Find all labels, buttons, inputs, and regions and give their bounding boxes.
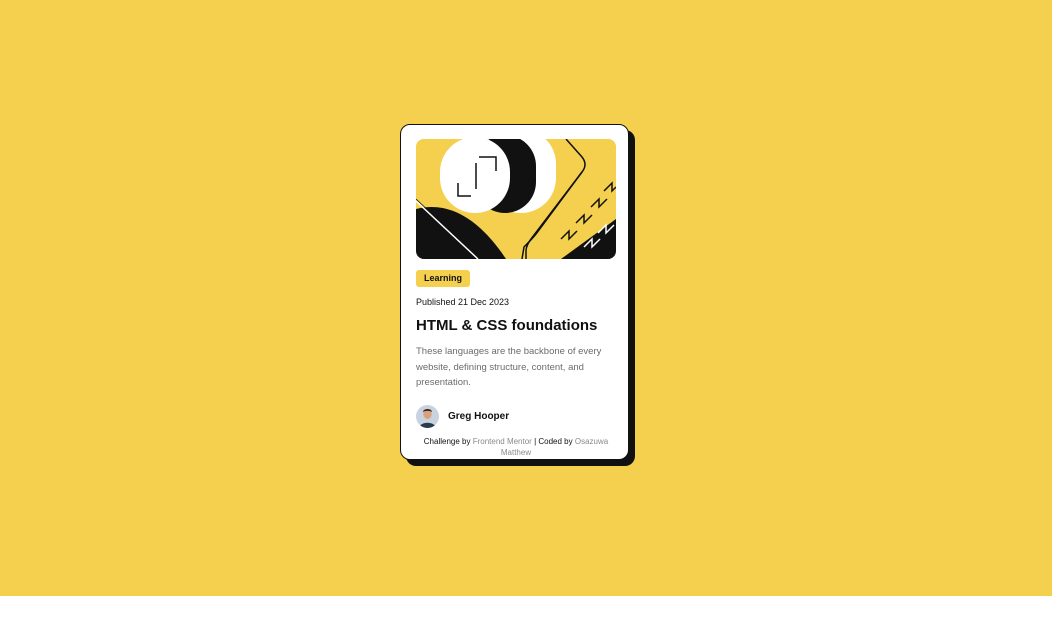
card-description: These languages are the backbone of ever…: [416, 346, 602, 388]
attribution-prefix: Challenge by: [423, 437, 471, 446]
author-name: Greg Hooper: [448, 410, 510, 422]
blog-preview-card: Learning Published 21 Dec 2023 HTML & CS…: [400, 124, 629, 460]
blog-illustration: [416, 139, 616, 259]
author-info: Greg Hooper: [416, 404, 509, 428]
attribution-separator: | Coded by: [534, 437, 573, 446]
card-title[interactable]: HTML & CSS foundations: [416, 317, 597, 334]
avatar: [416, 404, 439, 428]
category-tag: Learning: [416, 270, 471, 287]
published-date: Published 21 Dec 2023: [416, 297, 510, 307]
frontend-mentor-link[interactable]: Frontend Mentor: [473, 437, 532, 446]
attribution: Challenge by Frontend Mentor | Coded by …: [421, 436, 611, 458]
